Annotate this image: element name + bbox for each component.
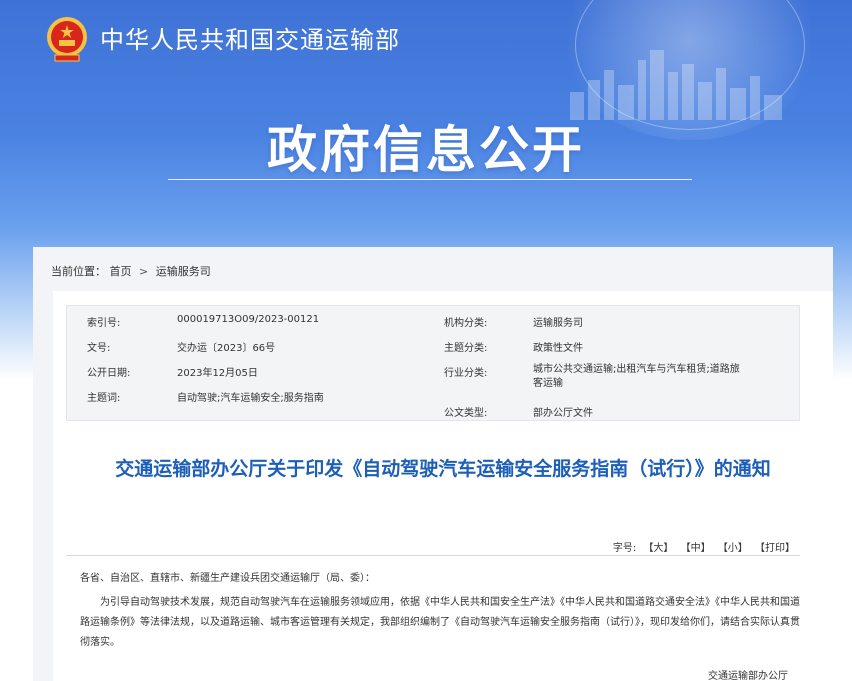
national-emblem-icon xyxy=(47,17,87,62)
font-size-label: 字号: xyxy=(612,543,637,554)
meta-value-org: 运输服务司 xyxy=(533,318,583,329)
meta-value-docno: 交办运〔2023〕66号 xyxy=(177,343,276,354)
breadcrumb-label: 当前位置： xyxy=(51,265,106,278)
breadcrumb-dept-link[interactable]: 运输服务司 xyxy=(156,265,211,278)
meta-label-topic: 主题分类: xyxy=(444,343,488,354)
meta-label-org: 机构分类: xyxy=(444,318,488,329)
meta-value-doctype: 部办公厅文件 xyxy=(533,408,593,419)
document-panel: 索引号: 000019713O09/2023-00121 机构分类: 运输服务司… xyxy=(53,291,833,681)
document-title: 交通运输部办公厅关于印发《自动驾驶汽车运输安全服务指南（试行）》的通知 xyxy=(115,458,771,480)
content-area: 当前位置： 首页 > 运输服务司 索引号: 000019713O09/2023-… xyxy=(33,247,833,681)
font-size-medium-button[interactable]: 【中】 xyxy=(681,543,711,554)
meta-label-index: 索引号: xyxy=(87,318,121,329)
meta-value-index: 000019713O09/2023-00121 xyxy=(177,314,320,325)
meta-value-date: 2023年12月05日 xyxy=(177,368,258,379)
breadcrumb-separator: > xyxy=(139,265,149,278)
metadata-table: 索引号: 000019713O09/2023-00121 机构分类: 运输服务司… xyxy=(66,305,800,421)
breadcrumb: 当前位置： 首页 > 运输服务司 xyxy=(51,263,211,279)
meta-value-topic: 政策性文件 xyxy=(533,343,583,354)
meta-label-industry: 行业分类: xyxy=(444,368,488,379)
font-size-controls: 字号: 【大】 【中】 【小】 【打印】 xyxy=(609,539,795,554)
site-title[interactable]: 中华人民共和国交通运输部 xyxy=(100,20,400,55)
meta-value-keywords: 自动驾驶;汽车运输安全;服务指南 xyxy=(177,393,324,404)
meta-label-docno: 文号: xyxy=(87,343,111,354)
signature: 交通运输部办公厅 xyxy=(708,671,788,681)
meta-label-doctype: 公文类型: xyxy=(444,408,488,419)
content-divider xyxy=(66,555,800,556)
meta-label-keywords: 主题词: xyxy=(87,393,121,404)
hero-underline xyxy=(168,179,692,180)
body-paragraph: 为引导自动驾驶技术发展，规范自动驾驶汽车在运输服务领域应用，依据《中华人民共和国… xyxy=(80,597,800,648)
font-size-large-button[interactable]: 【大】 xyxy=(643,543,673,554)
hero-title: 政府信息公开 xyxy=(267,121,585,179)
meta-value-industry: 城市公共交通运输;出租汽车与汽车租赁;道路旅客运输 xyxy=(533,364,740,389)
print-button[interactable]: 【打印】 xyxy=(755,543,795,554)
city-skyline-icon xyxy=(570,50,782,120)
breadcrumb-home-link[interactable]: 首页 xyxy=(110,265,132,278)
salutation-paragraph: 各省、自治区、直辖市、新疆生产建设兵团交通运输厅（局、委）： xyxy=(80,573,375,584)
font-size-small-button[interactable]: 【小】 xyxy=(718,543,748,554)
meta-label-date: 公开日期: xyxy=(87,368,131,379)
